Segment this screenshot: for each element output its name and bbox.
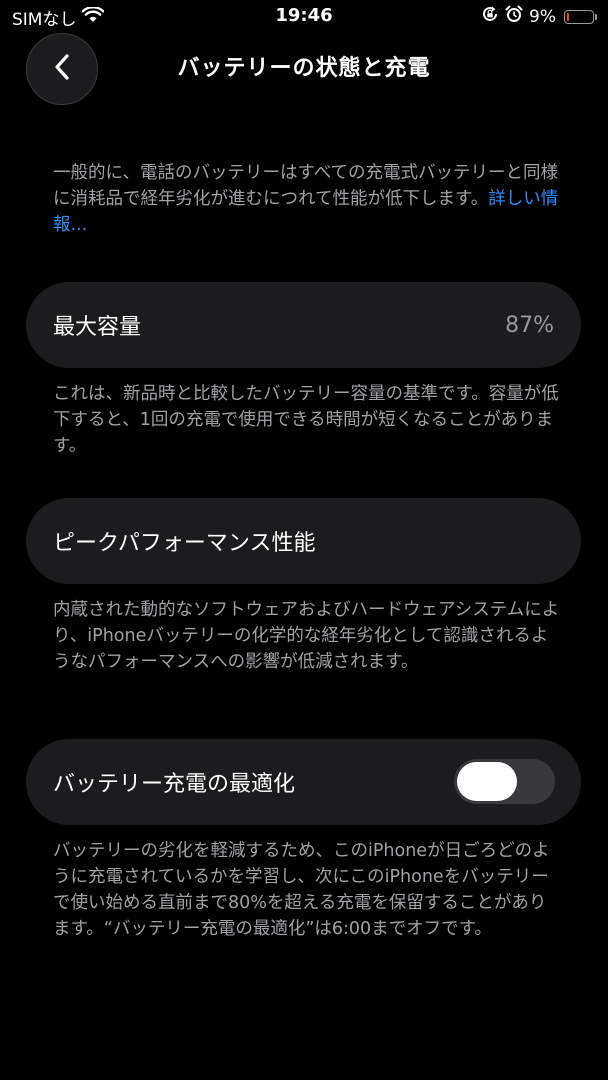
max-capacity-label: 最大容量	[53, 315, 142, 340]
status-right: 9%	[481, 5, 597, 28]
peak-performance-row[interactable]: ピークパフォーマンス性能	[26, 498, 581, 584]
optimized-charging-description: バッテリーの劣化を軽減するため、このiPhoneが日ごろどのように充電されている…	[53, 841, 550, 939]
chevron-left-icon	[53, 53, 71, 85]
page-title: バッテリーの状態と充電	[177, 56, 431, 81]
optimized-charging-row: バッテリー充電の最適化	[26, 739, 581, 825]
optimized-charging-toggle[interactable]	[454, 759, 555, 804]
toggle-knob	[457, 762, 517, 801]
battery-percent: 9%	[529, 6, 556, 27]
intro-text: 一般的に、電話のバッテリーはすべての充電式バッテリーと同様に消耗品で経年劣化が進…	[53, 160, 563, 238]
back-button[interactable]	[26, 33, 98, 105]
intro-body: 一般的に、電話のバッテリーはすべての充電式バッテリーと同様に消耗品で経年劣化が進…	[53, 163, 559, 209]
max-capacity-description: これは、新品時と比較したバッテリー容量の基準です。容量が低下すると、1回の充電で…	[53, 384, 559, 456]
alarm-icon	[505, 5, 523, 28]
optimized-charging-label: バッテリー充電の最適化	[53, 772, 296, 797]
max-capacity-row: 最大容量 87%	[26, 282, 581, 368]
peak-performance-description: 内蔵された動的なソフトウェアおよびハードウェアシステムにより、iPhoneバッテ…	[53, 600, 560, 672]
status-bar: SIMなし 19:46 9%	[0, 0, 608, 34]
battery-icon	[564, 9, 597, 24]
peak-performance-label: ピークパフォーマンス性能	[53, 531, 316, 556]
max-capacity-value: 87%	[505, 312, 554, 338]
orientation-lock-icon	[481, 5, 499, 28]
battery-level-fill	[567, 12, 569, 21]
